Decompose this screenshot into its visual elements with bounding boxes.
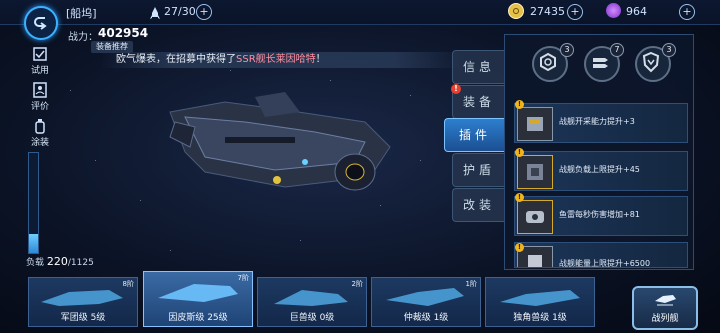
gem-icon bbox=[606, 3, 621, 18]
back-button[interactable] bbox=[24, 6, 58, 40]
ship-card[interactable]: 1阶 仲裁级 1级 bbox=[371, 277, 481, 327]
marquee-prefix: 欧气爆表，在招募中获得了 bbox=[116, 54, 236, 65]
ship-card[interactable]: 8阶 军团级 5级 bbox=[28, 277, 138, 327]
add-gem-button[interactable]: + bbox=[679, 4, 695, 20]
ship-thumb-icon bbox=[41, 290, 123, 306]
plugin-thumb-icon bbox=[517, 200, 553, 234]
coin-icon bbox=[508, 3, 524, 19]
plugin-text: 战舰能量上限提升+6500 bbox=[559, 259, 651, 268]
plugin-thumb-icon bbox=[517, 107, 553, 141]
ship-thumb-icon bbox=[158, 284, 238, 302]
tab-plugins[interactable]: 插件 bbox=[444, 118, 505, 152]
ship-thumb-icon bbox=[500, 290, 580, 306]
plugin-thumb-icon bbox=[517, 155, 553, 189]
load-meter bbox=[28, 152, 39, 254]
plugin-item[interactable]: ! 战舰开采能力提升+3 bbox=[514, 100, 688, 143]
gem-amount: 964 bbox=[626, 5, 647, 18]
check-icon bbox=[32, 46, 48, 62]
plugin-alert-icon: ! bbox=[515, 193, 524, 202]
plugin-item[interactable]: ! 战舰能量上限提升+6500 bbox=[514, 242, 688, 268]
ship-card[interactable]: 独角兽级 1级 bbox=[485, 277, 595, 327]
trial-label: 试用 bbox=[30, 66, 49, 76]
load-value: 220 bbox=[46, 255, 68, 268]
ship-card[interactable]: 2阶 巨兽级 0级 bbox=[257, 277, 367, 327]
add-fleet-button[interactable]: + bbox=[196, 4, 212, 20]
battleship-model bbox=[169, 92, 391, 191]
ship-thumb-icon bbox=[274, 290, 348, 306]
ship-list-icon bbox=[655, 295, 676, 306]
equipment-alert-badge: ! bbox=[451, 84, 461, 94]
power-value: 402954 bbox=[98, 26, 149, 40]
trial-button[interactable]: 试用 bbox=[25, 46, 55, 76]
ship-card-selected[interactable]: 7阶 因皮斯级 25级 bbox=[143, 271, 253, 327]
dock-title: [船坞] bbox=[66, 7, 97, 20]
tab-refit[interactable]: 改装 bbox=[452, 188, 505, 222]
paint-bottle-icon bbox=[32, 118, 48, 134]
ship-name: 独角兽级 1级 bbox=[513, 313, 567, 323]
marquee-highlight: SSR舰长莱因哈特 bbox=[236, 54, 316, 65]
plugin-slot-3-count: 3 bbox=[662, 43, 676, 57]
add-coin-button[interactable]: + bbox=[567, 4, 583, 20]
battleship-list-label: 战列舰 bbox=[651, 314, 679, 324]
back-arrow-icon bbox=[34, 17, 47, 30]
ship-name: 巨兽级 0级 bbox=[289, 313, 335, 323]
load-label: 负载 bbox=[26, 258, 45, 268]
broadcast-marquee: 欧气爆表，在招募中获得了SSR舰长莱因哈特！ bbox=[100, 52, 466, 68]
tab-shield[interactable]: 护盾 bbox=[452, 153, 505, 187]
fleet-count: 27/30 bbox=[164, 5, 196, 18]
review-label: 评价 bbox=[30, 102, 49, 112]
ship-thumb-icon bbox=[386, 288, 464, 306]
review-button[interactable]: 评价 bbox=[25, 82, 55, 112]
plugin-text: 战舰开采能力提升+3 bbox=[559, 117, 635, 126]
load-meter-fill bbox=[29, 233, 38, 253]
tab-info[interactable]: 信息 bbox=[452, 50, 505, 84]
load-max: /1125 bbox=[67, 258, 94, 268]
ship-name: 仲裁级 1级 bbox=[403, 313, 449, 323]
hex-nut-icon bbox=[540, 52, 556, 72]
plugin-alert-icon: ! bbox=[515, 100, 524, 109]
shield-emblem-icon bbox=[642, 51, 660, 73]
ship-name: 军团级 5级 bbox=[60, 313, 106, 323]
load-readout: 负载 220/1125 bbox=[26, 255, 94, 268]
paint-label: 涂装 bbox=[30, 138, 49, 148]
coin-amount: 27435 bbox=[530, 5, 565, 18]
plugin-slot-1-count: 3 bbox=[560, 43, 574, 57]
plugin-item[interactable]: ! 战舰负载上限提升+45 bbox=[514, 148, 688, 191]
user-card-icon bbox=[32, 82, 48, 98]
battleship-list-button[interactable]: 战列舰 bbox=[632, 286, 698, 330]
plugin-text: 战舰负载上限提升+45 bbox=[559, 165, 640, 174]
plugin-item[interactable]: ! 鱼雷每秒伤害增加+81 bbox=[514, 193, 688, 236]
marquee-suffix: ！ bbox=[315, 54, 326, 65]
plugin-alert-icon: ! bbox=[515, 243, 524, 252]
ship-name: 因皮斯级 25级 bbox=[168, 313, 228, 323]
paint-button[interactable]: 涂装 bbox=[25, 118, 55, 148]
plugin-text: 鱼雷每秒伤害增加+81 bbox=[559, 210, 640, 219]
plugin-alert-icon: ! bbox=[515, 148, 524, 157]
rocket-icon bbox=[150, 5, 160, 19]
plugin-slot-2-count: 7 bbox=[610, 43, 624, 57]
